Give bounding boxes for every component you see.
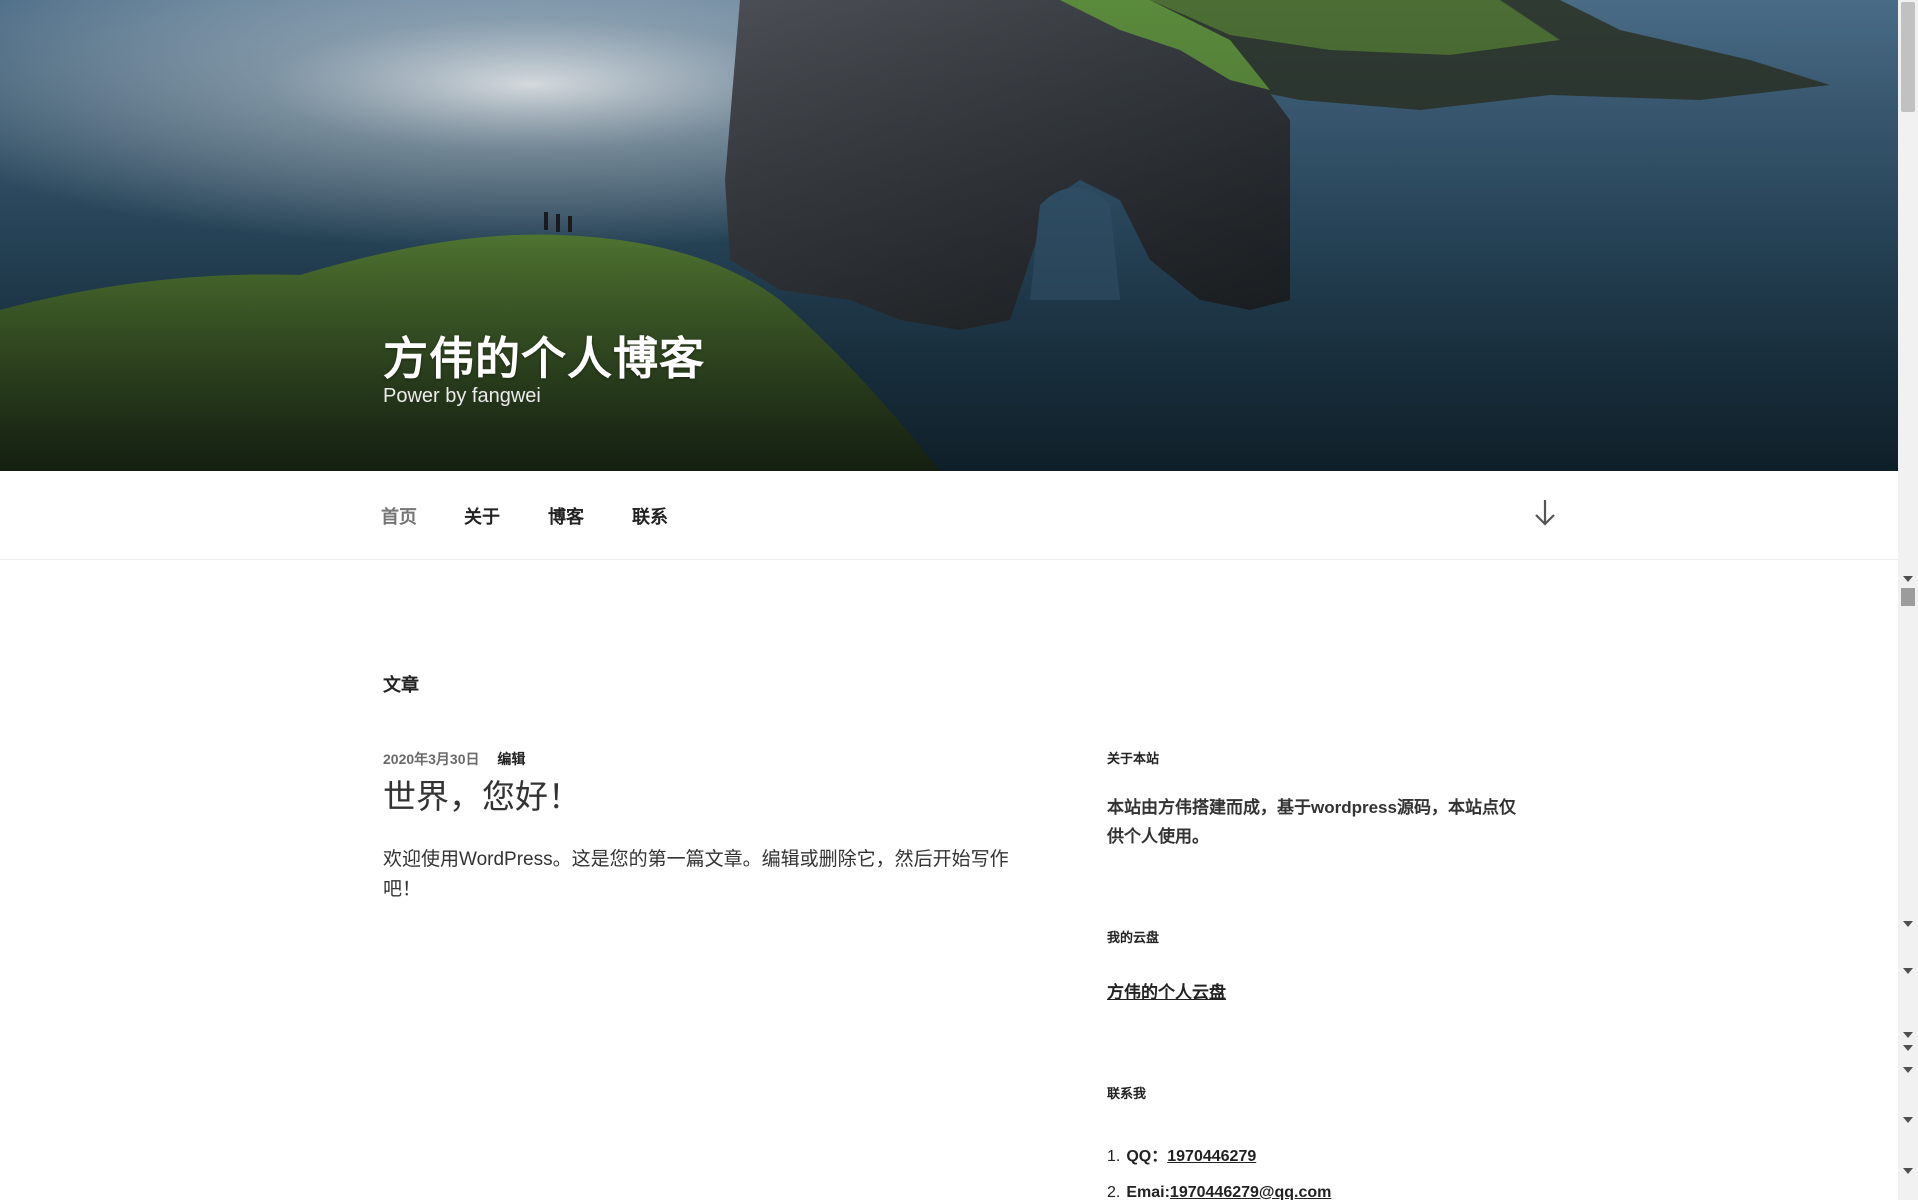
about-text: 本站由方伟搭建而成，基于wordpress源码，本站点仅供个人使用。 (1107, 798, 1516, 846)
post-meta: 2020年3月30日 编辑 (383, 749, 539, 769)
site-description: Power by fangwei (383, 385, 541, 407)
scroll-caret-icon (1903, 921, 1913, 927)
nav-item-contact[interactable]: 联系 (632, 503, 668, 529)
widget-about: 关于本站 本站由方伟搭建而成，基于wordpress源码，本站点仅供个人使用。 (1107, 748, 1527, 851)
scroll-caret-icon (1903, 1045, 1913, 1051)
arrow-down-icon[interactable] (1532, 497, 1558, 529)
post-content: 欢迎使用WordPress。这是您的第一篇文章。编辑或删除它，然后开始写作吧！ (383, 849, 1009, 900)
widget-cloud: 我的云盘 方伟的个人云盘 (1107, 927, 1527, 1003)
scroll-caret-icon (1903, 1032, 1913, 1038)
sidebar: 关于本站 本站由方伟搭建而成，基于wordpress源码，本站点仅供个人使用。 … (1107, 748, 1527, 1200)
list-number: 2. (1107, 1184, 1121, 1200)
nav-item-about[interactable]: 关于 (464, 503, 500, 529)
cloud-drive-link[interactable]: 方伟的个人云盘 (1107, 983, 1226, 1002)
scroll-caret-icon (1903, 1117, 1913, 1123)
widget-title-contact: 联系我 (1107, 1086, 1147, 1101)
scroll-caret-icon (1903, 968, 1913, 974)
qq-link[interactable]: 1970446279 (1167, 1148, 1256, 1165)
list-number: 1. (1107, 1148, 1121, 1165)
contact-list: 1. QQ：1970446279 2. Emai:1970446279@qq.com (1107, 1142, 1527, 1200)
email-link[interactable]: 1970446279@qq.com (1170, 1184, 1331, 1200)
main-navigation: 首页 关于 博客 联系 (0, 471, 1898, 560)
header-background-image (0, 0, 1898, 471)
widget-title-about: 关于本站 (1107, 751, 1160, 766)
page: 方伟的个人博客 Power by fangwei 首页 关于 博客 联系 文章 … (0, 0, 1918, 1200)
nav-item-blog[interactable]: 博客 (548, 503, 584, 529)
site-title[interactable]: 方伟的个人博客 (383, 322, 705, 387)
widget-title-cloud: 我的云盘 (1107, 930, 1160, 945)
scroll-caret-icon (1903, 1168, 1913, 1174)
contact-item-email: 2. Emai:1970446279@qq.com (1107, 1184, 1527, 1200)
contact-label: QQ： (1126, 1148, 1168, 1165)
scroll-caret-icon (1903, 576, 1913, 582)
nav-item-home[interactable]: 首页 (381, 503, 417, 529)
scroll-caret-icon (1903, 1067, 1913, 1073)
page-heading: 文章 (383, 675, 419, 695)
contact-label: Emai: (1126, 1184, 1170, 1200)
post-title[interactable]: 世界，您好！ (383, 770, 581, 818)
scrollbar-thumb[interactable] (1901, 2, 1915, 112)
widget-contact: 联系我 1. QQ：1970446279 2. Emai:1970446279@qq… (1107, 1083, 1527, 1200)
scrollbar-marker (1901, 588, 1915, 606)
contact-item-qq: 1. QQ：1970446279 (1107, 1142, 1527, 1184)
site-header: 方伟的个人博客 Power by fangwei (0, 0, 1898, 471)
edit-post-link[interactable]: 编辑 (497, 751, 525, 767)
page-scrollbar[interactable] (1898, 0, 1918, 1200)
post-date[interactable]: 2020年3月30日 (383, 751, 480, 767)
